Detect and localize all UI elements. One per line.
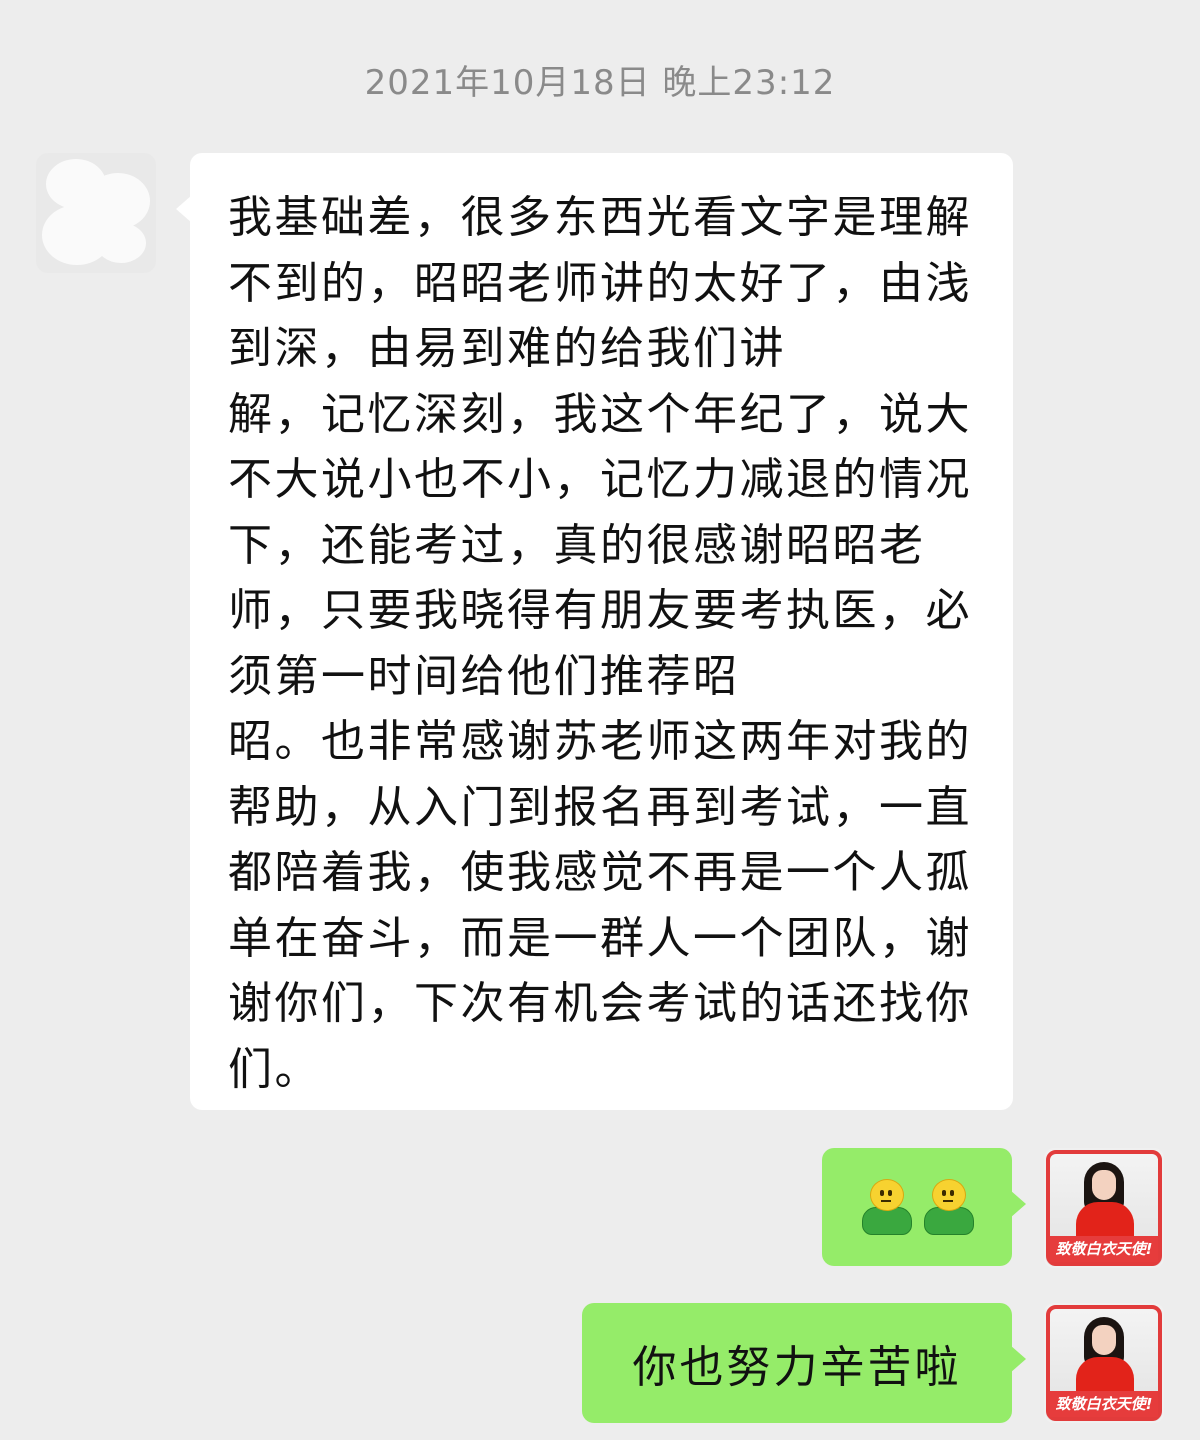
outgoing-emoji-bubble[interactable]: [822, 1148, 1026, 1266]
self-avatar[interactable]: 致敬白衣天使!: [1044, 1148, 1164, 1268]
message-timestamp: 2021年10月18日 晚上23:12: [364, 63, 836, 103]
outgoing-message-bubble[interactable]: 你也努力辛苦啦: [582, 1303, 1026, 1423]
self-avatar[interactable]: 致敬白衣天使!: [1044, 1303, 1164, 1423]
doge-green-icon: [860, 1179, 912, 1235]
avatar-caption: 致敬白衣天使!: [1050, 1236, 1158, 1262]
outgoing-message-text: 你也努力辛苦啦: [632, 1342, 962, 1393]
incoming-message-bubble[interactable]: 我基础差，很多东西光看文字是理解不到的，昭昭老师讲的太好了，由浅到深，由易到难的…: [176, 153, 1013, 1110]
incoming-message-text: 我基础差，很多东西光看文字是理解不到的，昭昭老师讲的太好了，由浅到深，由易到难的…: [228, 192, 972, 1095]
doge-green-icon: [922, 1179, 974, 1235]
contact-avatar[interactable]: [36, 153, 156, 273]
avatar-caption: 致敬白衣天使!: [1050, 1391, 1158, 1417]
